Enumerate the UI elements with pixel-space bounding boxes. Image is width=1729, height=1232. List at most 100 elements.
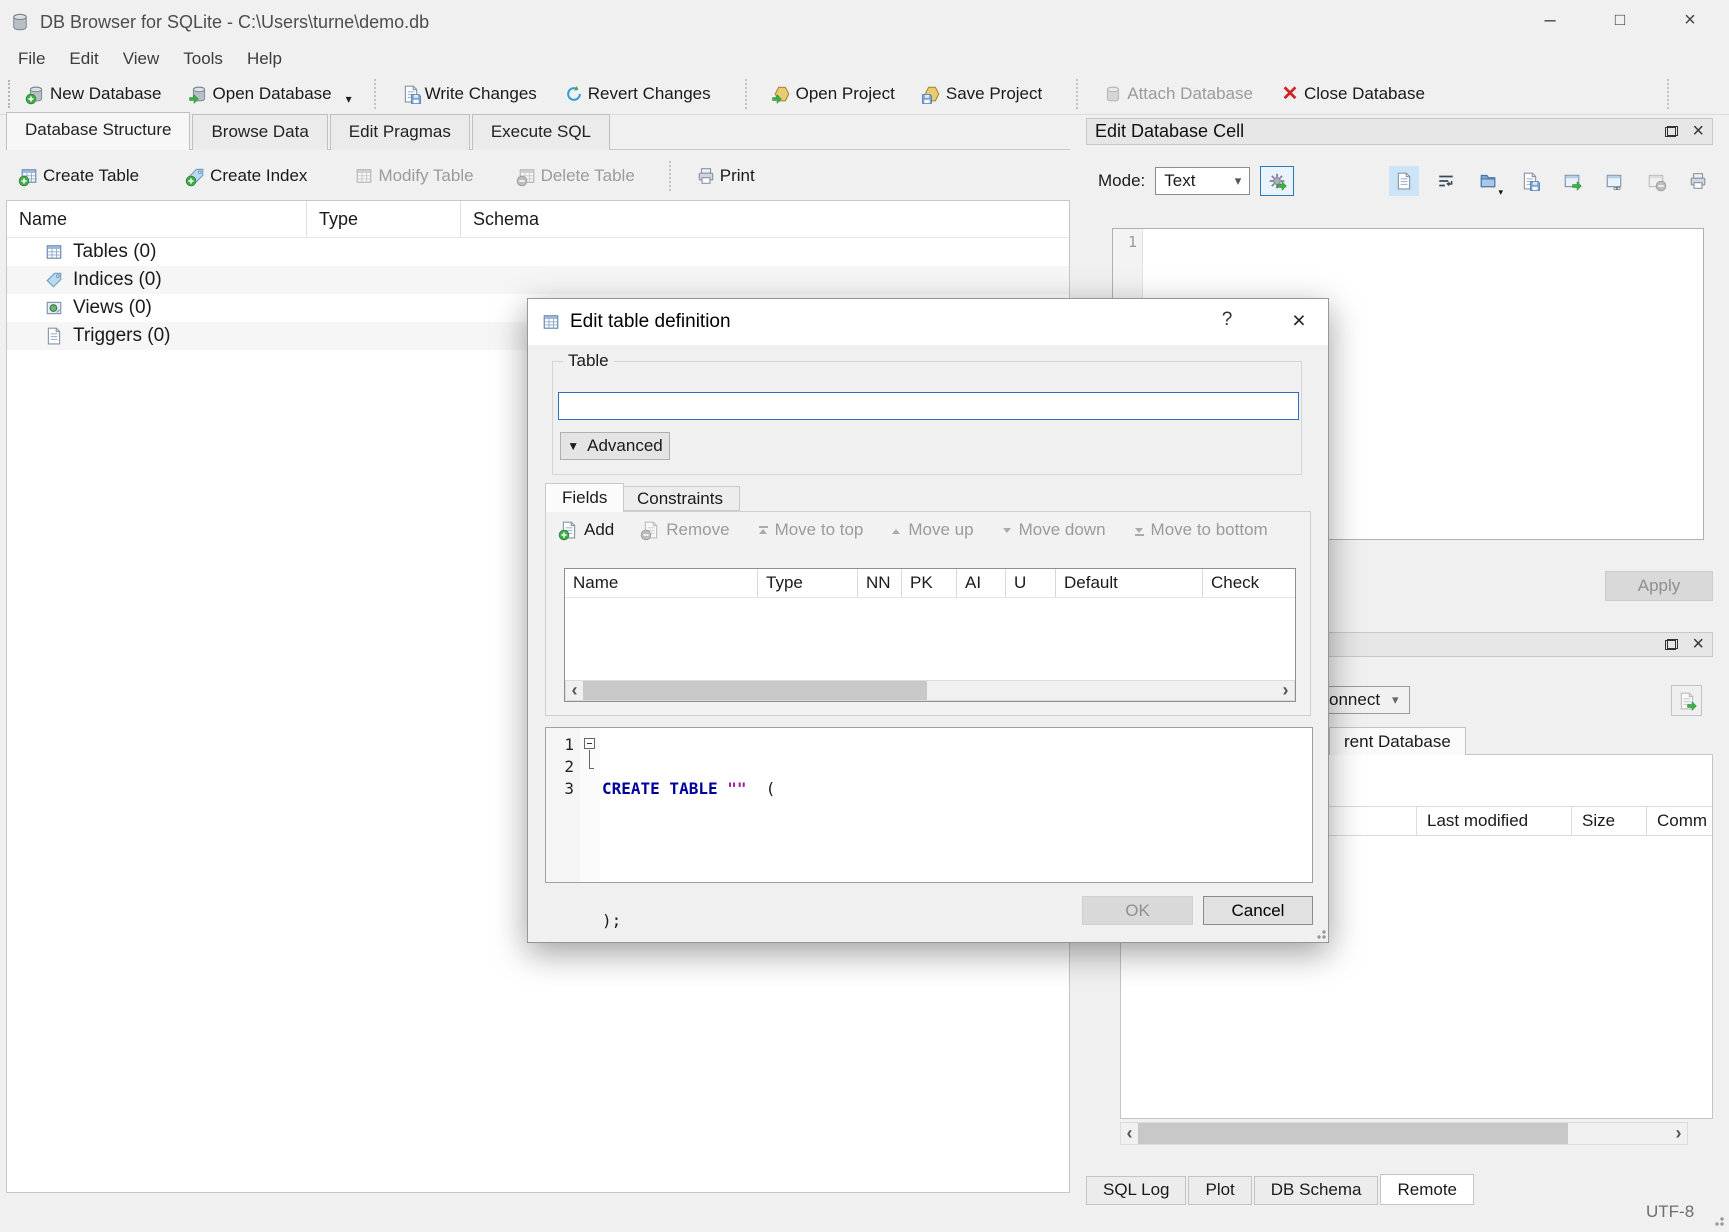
create-index-button[interactable]: Create Index (177, 160, 317, 192)
scroll-left-icon[interactable]: ‹ (1121, 1125, 1138, 1142)
window-resize-grip[interactable] (1712, 1214, 1724, 1226)
advanced-button[interactable]: ▼ Advanced (560, 432, 670, 460)
ok-button[interactable]: OK (1082, 896, 1193, 925)
float-panel-icon[interactable] (1665, 126, 1678, 137)
add-field-button[interactable]: Add (560, 520, 614, 540)
save-project-button[interactable]: Save Project (913, 78, 1052, 110)
dialog-help-button[interactable]: ? (1214, 309, 1240, 335)
cancel-button[interactable]: Cancel (1203, 896, 1313, 925)
field-col-check[interactable]: Check (1203, 569, 1295, 597)
tab-execute-sql[interactable]: Execute SQL (472, 114, 610, 150)
scrollbar-thumb[interactable] (1138, 1123, 1568, 1144)
field-col-name[interactable]: Name (565, 569, 758, 597)
auto-apply-button[interactable] (1260, 166, 1294, 196)
scroll-right-icon[interactable]: › (1670, 1125, 1687, 1142)
tab-database-structure[interactable]: Database Structure (6, 112, 190, 150)
field-col-ai[interactable]: AI (957, 569, 1006, 597)
close-panel-icon[interactable]: × (1692, 633, 1704, 656)
remote-current-database-tab[interactable]: rent Database (1329, 727, 1466, 755)
move-down-icon (1002, 525, 1013, 536)
tab-remote[interactable]: Remote (1380, 1174, 1474, 1205)
scrollbar-thumb[interactable] (583, 681, 927, 700)
field-col-u[interactable]: U (1006, 569, 1056, 597)
menu-file[interactable]: File (6, 46, 57, 72)
fold-collapse-icon[interactable] (584, 738, 595, 749)
remote-header-commit[interactable]: Comm (1646, 807, 1712, 835)
tree-header-name[interactable]: Name (7, 201, 307, 237)
gear-icon (1268, 172, 1286, 190)
move-to-top-button[interactable]: Move to top (758, 520, 864, 540)
open-database-dropdown-arrow[interactable]: ▾ (346, 92, 352, 106)
close-button[interactable]: × (1660, 0, 1720, 40)
print-cell-button[interactable] (1683, 166, 1713, 196)
write-changes-button[interactable]: Write Changes (392, 78, 547, 110)
move-up-button[interactable]: Move up (891, 520, 973, 540)
field-col-type[interactable]: Type (758, 569, 858, 597)
tab-plot[interactable]: Plot (1188, 1176, 1251, 1205)
print-button[interactable]: Print (687, 160, 765, 192)
revert-changes-button[interactable]: Revert Changes (555, 78, 721, 110)
remote-horizontal-scrollbar[interactable]: ‹ › (1120, 1122, 1688, 1145)
copy-link-button[interactable] (1599, 166, 1629, 196)
remote-header-size[interactable]: Size (1571, 807, 1646, 835)
tab-fields[interactable]: Fields (545, 483, 624, 512)
field-col-pk[interactable]: PK (902, 569, 957, 597)
tree-header-type[interactable]: Type (307, 201, 461, 237)
attach-database-button[interactable]: Attach Database (1094, 78, 1263, 110)
table-name-input[interactable] (558, 392, 1299, 420)
minimize-button[interactable]: – (1520, 0, 1580, 40)
create-table-button[interactable]: Create Table (10, 160, 149, 192)
tab-edit-pragmas[interactable]: Edit Pragmas (330, 114, 470, 150)
sql-preview-editor[interactable]: 1 2 3 CREATE TABLE "" ( ); (545, 727, 1313, 883)
tab-constraints[interactable]: Constraints (620, 486, 740, 511)
tab-browse-data[interactable]: Browse Data (192, 114, 327, 150)
field-col-nn[interactable]: NN (858, 569, 902, 597)
float-panel-icon[interactable] (1665, 639, 1678, 650)
dialog-resize-grip[interactable] (1314, 927, 1326, 939)
remote-header-last-modified[interactable]: Last modified (1416, 807, 1571, 835)
tab-sql-log[interactable]: SQL Log (1086, 1176, 1186, 1205)
scroll-left-icon[interactable]: ‹ (566, 682, 583, 699)
new-database-button[interactable]: New Database (17, 78, 172, 110)
mode-select[interactable]: Text ▾ (1155, 167, 1250, 195)
remote-identity-select[interactable]: onnect ▾ (1318, 686, 1410, 714)
set-null-button[interactable] (1641, 166, 1671, 196)
export-data-button[interactable] (1515, 166, 1545, 196)
sql-fold-margin[interactable] (580, 728, 600, 882)
toolbar-drag-handle[interactable] (8, 80, 13, 108)
edit-cell-toolbar: Mode: Text ▾ ▾ (1098, 160, 1713, 202)
word-wrap-button[interactable] (1431, 166, 1461, 196)
tab-db-schema[interactable]: DB Schema (1254, 1176, 1379, 1205)
menu-tools[interactable]: Tools (171, 46, 235, 72)
open-in-external-button[interactable] (1557, 166, 1587, 196)
menu-edit[interactable]: Edit (57, 46, 110, 72)
close-database-button[interactable]: ✕ Close Database (1271, 78, 1435, 110)
open-project-button[interactable]: Open Project (763, 78, 905, 110)
tree-header-schema[interactable]: Schema (461, 201, 1069, 237)
dialog-close-button[interactable]: × (1284, 307, 1314, 337)
menu-help[interactable]: Help (235, 46, 294, 72)
menu-view[interactable]: View (111, 46, 172, 72)
tree-row-tables[interactable]: Tables (0) (7, 238, 1069, 266)
import-data-button[interactable]: ▾ (1473, 166, 1503, 196)
open-database-button[interactable]: Open Database (180, 78, 342, 110)
toolbar-separator (374, 79, 376, 109)
structure-toolbar: Create Table Create Index Modify Table D… (10, 156, 773, 196)
scroll-right-icon[interactable]: › (1277, 682, 1294, 699)
text-mode-button[interactable] (1389, 166, 1419, 196)
delete-table-button[interactable]: Delete Table (508, 160, 645, 192)
maximize-button[interactable]: □ (1590, 0, 1650, 40)
tree-row-indices[interactable]: Indices (0) (7, 266, 1069, 294)
field-col-default[interactable]: Default (1056, 569, 1203, 597)
fields-panel: Add Remove Move to top Move up Move down… (545, 511, 1311, 716)
modify-table-button[interactable]: Modify Table (345, 160, 483, 192)
apply-button[interactable]: Apply (1605, 571, 1713, 601)
move-down-button[interactable]: Move down (1002, 520, 1106, 540)
remove-field-button[interactable]: Remove (642, 520, 729, 540)
fields-horizontal-scrollbar[interactable]: ‹ › (565, 680, 1295, 701)
clone-database-button[interactable] (1671, 685, 1702, 716)
chevron-down-icon: ▾ (1498, 187, 1503, 198)
remove-field-icon (642, 521, 660, 539)
close-panel-icon[interactable]: × (1692, 120, 1704, 143)
move-to-bottom-button[interactable]: Move to bottom (1134, 520, 1268, 540)
